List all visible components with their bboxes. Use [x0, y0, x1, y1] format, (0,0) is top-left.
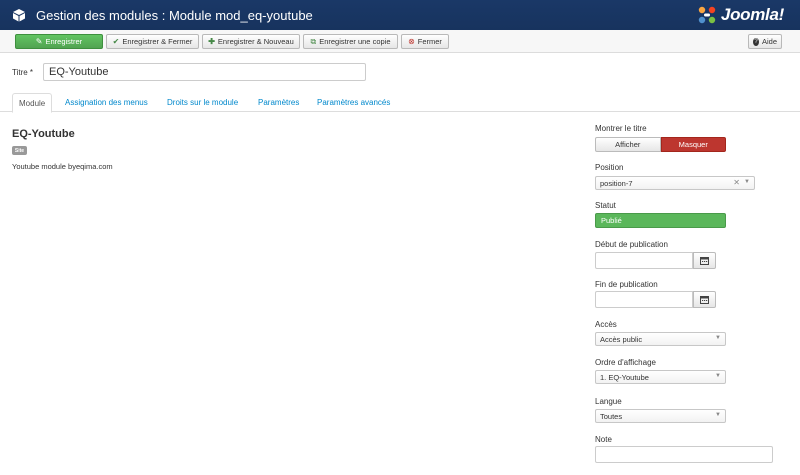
save-close-label: Enregistrer & Fermer — [122, 37, 193, 46]
tab-advanced-parameters[interactable]: Paramètres avancés — [311, 93, 396, 112]
help-button[interactable]: ? Aide — [748, 34, 782, 49]
status-label: Statut — [595, 201, 616, 210]
save-new-button[interactable]: ✚ Enregistrer & Nouveau — [202, 34, 300, 49]
ordering-value: 1. EQ-Youtube — [600, 372, 649, 382]
title-label: Titre * — [12, 68, 34, 77]
joomla-logo-icon — [698, 6, 716, 24]
access-value: Accès public — [600, 334, 643, 344]
access-label: Accès — [595, 320, 617, 329]
header-bar: Gestion des modules : Module mod_eq-yout… — [0, 0, 800, 30]
save-copy-button[interactable]: ⧉ Enregistrer une copie — [303, 34, 398, 49]
tab-parameters[interactable]: Paramètres — [252, 93, 305, 112]
language-select[interactable]: Toutes ▼ — [595, 409, 726, 423]
chevron-down-icon: ▼ — [744, 179, 750, 185]
save-button-label: Enregistrer — [45, 37, 83, 46]
module-name: EQ-Youtube — [12, 128, 75, 140]
close-label: Fermer — [417, 37, 442, 46]
site-badge: Site — [12, 146, 27, 155]
page-title: Gestion des modules : Module mod_eq-yout… — [36, 8, 313, 23]
joomla-logo: Joomla! — [696, 4, 784, 26]
chevron-down-icon: ▼ — [715, 412, 721, 418]
show-title-label: Montrer le titre — [595, 124, 647, 133]
help-label: Aide — [761, 37, 777, 46]
publish-down-calendar-button[interactable] — [693, 291, 716, 308]
language-label: Langue — [595, 397, 622, 406]
show-title-toggle: Afficher Masquer — [595, 137, 726, 152]
plus-icon: ✚ — [208, 36, 215, 46]
ordering-select[interactable]: 1. EQ-Youtube ▼ — [595, 370, 726, 384]
title-input[interactable]: EQ-Youtube — [43, 63, 366, 81]
check-icon: ✔ — [112, 36, 120, 46]
save-button[interactable]: ✎ Enregistrer — [15, 34, 103, 49]
publish-down-label: Fin de publication — [595, 280, 658, 289]
calendar-icon — [700, 256, 709, 265]
access-select[interactable]: Accès public ▼ — [595, 332, 726, 346]
note-input[interactable] — [595, 446, 773, 463]
close-button[interactable]: ⊗ Fermer — [401, 34, 449, 49]
cancel-icon: ⊗ — [408, 36, 415, 46]
position-label: Position — [595, 163, 624, 172]
edit-icon: ✎ — [35, 36, 43, 46]
publish-up-label: Début de publication — [595, 240, 668, 249]
module-description: Youtube module byeqima.com — [12, 162, 113, 171]
toolbar: ✎ Enregistrer ✔ Enregistrer & Fermer ✚ E… — [0, 30, 800, 53]
note-label: Note — [595, 435, 612, 444]
tab-menu-assignment[interactable]: Assignation des menus — [59, 93, 154, 112]
language-value: Toutes — [600, 411, 623, 421]
show-title-show-option[interactable]: Afficher — [595, 137, 661, 152]
save-new-label: Enregistrer & Nouveau — [217, 37, 294, 46]
save-copy-label: Enregistrer une copie — [319, 37, 391, 46]
save-close-button[interactable]: ✔ Enregistrer & Fermer — [106, 34, 199, 49]
publish-down-input[interactable] — [595, 291, 693, 308]
chevron-down-icon: ▼ — [715, 335, 721, 341]
position-select[interactable]: position-7 ✕ ▼ — [595, 176, 755, 190]
clear-icon[interactable]: ✕ — [733, 178, 740, 187]
module-cube-icon — [13, 9, 25, 22]
position-value: position-7 — [600, 178, 633, 188]
joomla-logo-text: Joomla! — [720, 5, 784, 24]
show-title-hide-option[interactable]: Masquer — [660, 137, 726, 152]
publish-up-input[interactable] — [595, 252, 693, 269]
question-icon: ? — [753, 37, 759, 46]
tab-bar: Module Assignation des menus Droits sur … — [0, 90, 800, 113]
tab-module[interactable]: Module — [12, 93, 53, 113]
publish-up-calendar-button[interactable] — [693, 252, 716, 269]
ordering-label: Ordre d'affichage — [595, 358, 656, 367]
copy-icon: ⧉ — [310, 36, 317, 46]
tab-module-permissions[interactable]: Droits sur le module — [161, 93, 244, 112]
status-select[interactable]: Publié — [595, 213, 726, 228]
calendar-icon — [700, 295, 709, 304]
chevron-down-icon: ▼ — [715, 373, 721, 379]
